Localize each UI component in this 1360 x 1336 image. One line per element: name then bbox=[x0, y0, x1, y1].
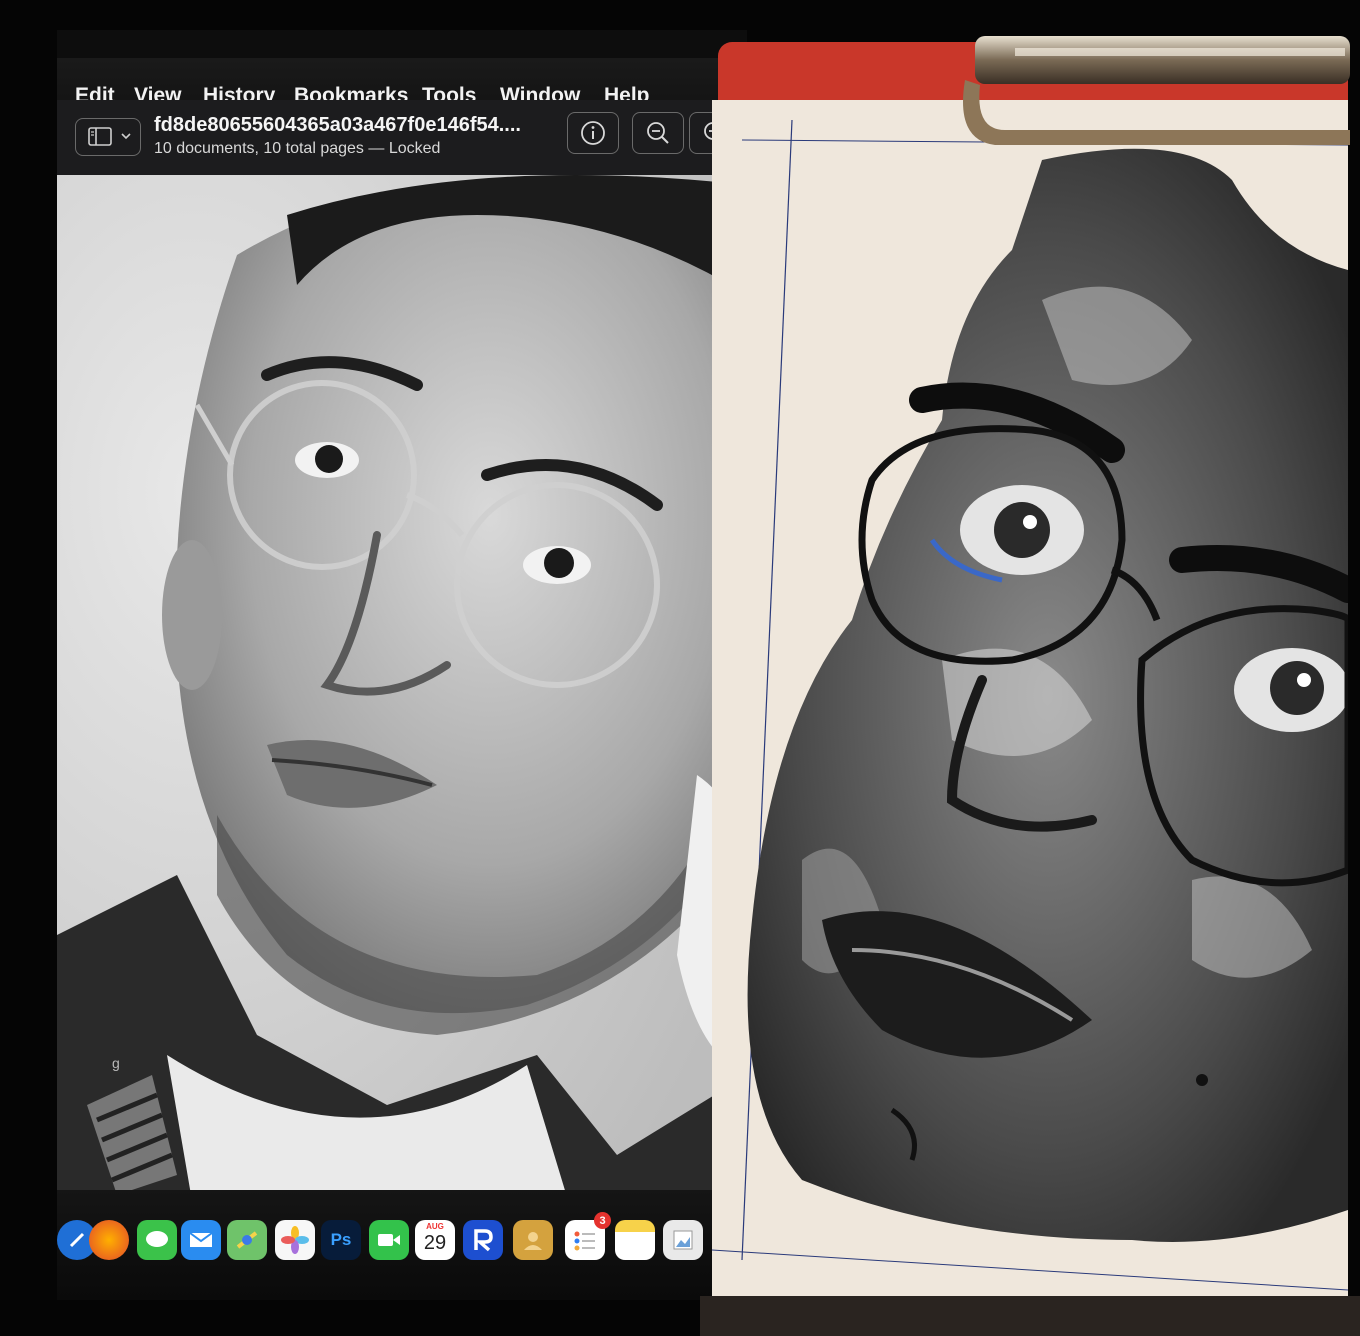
zoom-out-icon bbox=[647, 122, 669, 144]
desk-surface bbox=[700, 1296, 1360, 1336]
photos-icon[interactable] bbox=[275, 1220, 315, 1260]
preview-titlebar: fd8de80655604365a03a467f0e146f54.... 10 … bbox=[57, 100, 747, 177]
calendar-day: 29 bbox=[423, 1232, 447, 1254]
drawing-paper bbox=[711, 100, 1360, 1300]
facetime-icon[interactable] bbox=[369, 1220, 409, 1260]
partial-text-glyph: g bbox=[112, 1055, 120, 1071]
clipboard-clip bbox=[955, 30, 1350, 150]
document-title: fd8de80655604365a03a467f0e146f54.... bbox=[154, 114, 521, 136]
dock: Ps AUG 29 3 bbox=[57, 1190, 747, 1300]
calendar-month: AUG bbox=[426, 1222, 444, 1231]
remote-desktop-icon[interactable] bbox=[463, 1220, 503, 1260]
monitor-screen: Edit View History Bookmarks Tools Window… bbox=[57, 30, 747, 1300]
reminders-icon[interactable]: 3 bbox=[565, 1212, 611, 1260]
notes-icon[interactable] bbox=[615, 1220, 655, 1260]
photoshop-icon[interactable]: Ps bbox=[321, 1220, 361, 1260]
portrait-photo bbox=[57, 175, 747, 1230]
info-button[interactable] bbox=[567, 112, 619, 154]
firefox-icon[interactable] bbox=[89, 1220, 129, 1260]
document-subtitle: 10 documents, 10 total pages — Locked bbox=[154, 140, 441, 157]
sidebar-toggle-icon bbox=[88, 127, 131, 146]
calendar-icon[interactable]: AUG 29 bbox=[415, 1220, 455, 1260]
reminders-badge: 3 bbox=[594, 1212, 611, 1229]
mail-icon[interactable] bbox=[181, 1220, 221, 1260]
messages-icon[interactable] bbox=[137, 1220, 177, 1260]
preview-icon[interactable] bbox=[663, 1220, 703, 1260]
zoom-out-button[interactable] bbox=[632, 112, 684, 154]
sidebar-toggle-button[interactable] bbox=[75, 118, 141, 156]
contacts-icon[interactable] bbox=[513, 1220, 553, 1260]
maps-icon[interactable] bbox=[227, 1220, 267, 1260]
info-icon bbox=[581, 121, 605, 145]
